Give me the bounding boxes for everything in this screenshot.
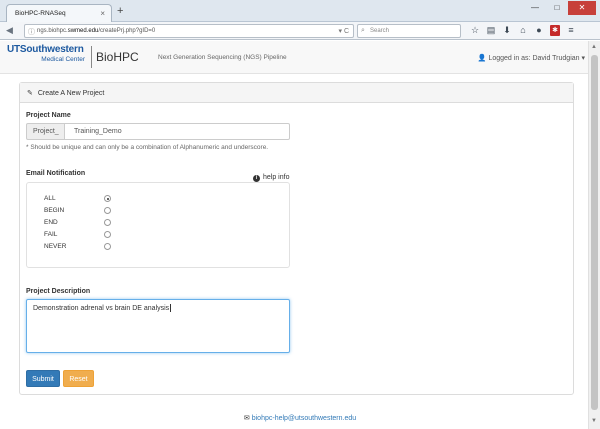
browser-tab[interactable]: BioHPC-RNASeq × (6, 4, 112, 22)
scroll-up-icon[interactable]: ▲ (591, 44, 597, 50)
option-label-begin: BEGIN (44, 207, 65, 214)
pipeline-title: Next Generation Sequencing (NGS) Pipelin… (158, 54, 287, 61)
scrollbar-thumb[interactable] (591, 55, 598, 410)
browser-toolbar: ☆ ▤ ⬇ ⌂ ● ✱ ≡ (470, 25, 576, 36)
minimize-button[interactable]: — (524, 1, 546, 15)
help-info-label: help info (263, 174, 290, 181)
download-icon[interactable]: ⬇ (502, 25, 512, 36)
panel-heading: ✎ Create A New Project (20, 83, 573, 103)
panel-title: Create A New Project (37, 90, 105, 97)
project-description-label: Project Description (26, 288, 91, 295)
chat-icon[interactable]: ● (534, 25, 544, 36)
option-label-fail: FAIL (44, 231, 58, 238)
radio-fail[interactable] (104, 231, 111, 238)
project-prefix-addon: Project_ (26, 123, 65, 140)
radio-all[interactable] (104, 195, 111, 202)
search-placeholder: Search (370, 28, 390, 34)
submit-button[interactable]: Submit (26, 370, 60, 387)
description-text: Demonstration adrenal vs brain DE analys… (33, 304, 170, 312)
star-icon[interactable]: ☆ (470, 25, 480, 36)
project-description-textarea[interactable]: Demonstration adrenal vs brain DE analys… (26, 299, 290, 353)
project-name-help: * Should be unique and can only be a com… (26, 144, 269, 151)
url-bar[interactable]: ⓘ ngs.biohpc.swmed.edu/createPrj.php?gID… (24, 24, 354, 38)
url-dropdown-icon[interactable]: ▾ (338, 28, 342, 35)
window-controls: — □ ✕ (524, 1, 596, 15)
url-path: /createPrj.php?gID=0 (98, 28, 156, 34)
footer: ✉ biohpc-help@utsouthwestern.edu (0, 414, 600, 422)
back-icon[interactable]: ◀ (6, 25, 13, 36)
help-info-link[interactable]: i help info (253, 174, 289, 182)
help-email-link[interactable]: biohpc-help@utsouthwestern.edu (252, 415, 356, 422)
home-icon[interactable]: ⌂ (518, 25, 528, 36)
url-prefix: ngs.biohpc. (37, 28, 68, 34)
close-window-button[interactable]: ✕ (568, 1, 596, 15)
tab-close-icon[interactable]: × (100, 9, 105, 18)
user-icon: 👤 (477, 55, 487, 62)
envelope-icon: ✉ (243, 415, 250, 422)
option-label-all: ALL (44, 195, 56, 202)
tab-title: BioHPC-RNASeq (15, 10, 66, 17)
site-header: UTSouthwestern Medical Center BioHPC Nex… (0, 41, 600, 74)
create-project-panel: ✎ Create A New Project Project Name Proj… (19, 82, 574, 395)
reset-button[interactable]: Reset (63, 370, 94, 387)
maximize-button[interactable]: □ (546, 1, 568, 15)
browser-titlebar: BioHPC-RNASeq × + — □ ✕ (0, 0, 600, 22)
project-name-label: Project Name (26, 112, 71, 119)
user-label: Logged in as: David Trudgian (488, 55, 580, 62)
user-menu[interactable]: 👤 Logged in as: David Trudgian ▾ (478, 54, 585, 62)
search-icon: ⌕ (361, 27, 365, 34)
logo-divider (91, 46, 92, 68)
email-notification-label: Email Notification (26, 170, 86, 177)
url-host: swmed.edu (67, 28, 99, 34)
menu-icon[interactable]: ≡ (566, 25, 576, 36)
option-label-never: NEVER (44, 243, 67, 250)
text-caret (170, 304, 172, 312)
option-label-end: END (44, 219, 58, 226)
project-name-input[interactable]: Training_Demo (64, 123, 290, 140)
utsw-logo[interactable]: UTSouthwestern Medical Center (7, 44, 89, 64)
caret-down-icon: ▾ (581, 55, 585, 62)
radio-begin[interactable] (104, 207, 111, 214)
brand-biohpc[interactable]: BioHPC (96, 50, 139, 64)
clipboard-icon[interactable]: ▤ (486, 25, 496, 36)
url-actions: ▾ C (338, 27, 349, 35)
reload-icon[interactable]: C (344, 28, 349, 35)
radio-end[interactable] (104, 219, 111, 226)
new-tab-button[interactable]: + (117, 6, 123, 17)
search-bar[interactable]: ⌕ Search (357, 24, 461, 38)
radio-never[interactable] (104, 243, 111, 250)
email-notification-box: ALL BEGIN END FAIL NEVER (26, 182, 290, 268)
logo-ut-text: UTSouthwestern (7, 44, 84, 55)
scroll-down-icon[interactable]: ▼ (591, 418, 597, 424)
addon-icon[interactable]: ✱ (550, 25, 560, 36)
info-icon: i (253, 175, 260, 182)
page-scrollbar[interactable]: ▲ ▼ (588, 41, 600, 429)
browser-navbar: ◀ ⓘ ngs.biohpc.swmed.edu/createPrj.php?g… (0, 22, 600, 40)
edit-icon: ✎ (27, 90, 33, 97)
page-info-icon[interactable]: ⓘ (28, 27, 35, 37)
logo-medical-center-text: Medical Center (41, 56, 85, 63)
